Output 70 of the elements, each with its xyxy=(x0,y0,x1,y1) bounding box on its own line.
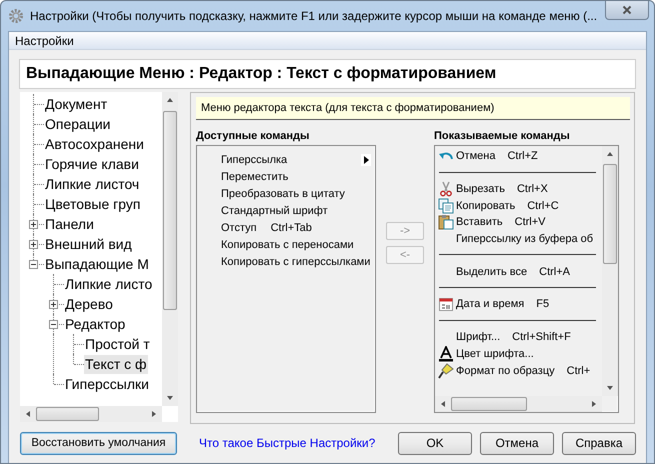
vertical-scrollbar[interactable] xyxy=(602,146,618,396)
calendar-icon xyxy=(438,296,454,312)
tree-item[interactable]: Редактор xyxy=(64,314,126,334)
collapse-icon[interactable] xyxy=(29,260,38,269)
paintbrush-icon xyxy=(438,362,454,379)
shortcut-text: Ctrl+ xyxy=(566,364,590,377)
font-color-icon xyxy=(438,346,454,362)
command-item[interactable]: Отступ xyxy=(221,222,257,234)
command-item[interactable]: Дата и время xyxy=(456,298,524,310)
close-icon xyxy=(622,5,632,15)
command-item[interactable]: Копировать с гиперссылками xyxy=(221,256,370,268)
shortcut-text: Ctrl+Shift+F xyxy=(512,331,571,344)
dialog-button[interactable]: Отмена xyxy=(480,432,554,454)
tree-item[interactable]: Панели xyxy=(44,214,95,234)
command-item[interactable]: Переместить xyxy=(221,170,288,182)
gear-icon xyxy=(8,8,24,24)
page-header: Выпадающие Меню : Редактор : Текст с форматированием xyxy=(19,59,636,89)
command-item[interactable]: Отмена xyxy=(456,150,496,162)
command-item[interactable]: Формат по образцу xyxy=(456,364,555,377)
command-item[interactable]: Выделить все xyxy=(456,266,528,278)
command-item[interactable]: Вырезать xyxy=(456,183,505,196)
description-text: Меню редактора текста (для текста с форматированием) xyxy=(196,97,630,120)
tree-item[interactable]: Гиперссылки xyxy=(64,374,150,394)
tree-item[interactable]: Автосохранени xyxy=(44,134,145,154)
expand-icon[interactable] xyxy=(49,300,58,309)
expand-icon[interactable] xyxy=(29,240,38,249)
tree-item[interactable]: Внешний вид xyxy=(44,234,133,254)
tree-item[interactable]: Дерево xyxy=(64,294,114,314)
command-item[interactable]: Преобразовать в цитату xyxy=(221,188,345,200)
dialog-button[interactable]: OK xyxy=(398,432,472,454)
tree-item[interactable]: Горячие клави xyxy=(44,154,140,174)
shortcut-text: Ctrl+A xyxy=(539,266,570,278)
shortcut-text: Ctrl+Z xyxy=(507,150,538,162)
vertical-scrollbar[interactable] xyxy=(162,92,178,406)
command-item[interactable]: Стандартный шрифт xyxy=(221,204,328,216)
command-item[interactable]: Копировать xyxy=(456,200,516,212)
close-button[interactable] xyxy=(605,1,649,20)
command-item[interactable]: Гиперссылка xyxy=(221,154,288,166)
shortcut-text: Ctrl+Tab xyxy=(270,222,312,234)
tree-item[interactable]: Липкие листоч xyxy=(44,174,140,194)
collapse-icon[interactable] xyxy=(49,320,58,329)
command-item[interactable]: Цвет шрифта... xyxy=(456,348,534,360)
tree-item[interactable]: Цветовые груп xyxy=(44,194,142,214)
tree-item[interactable]: Операции xyxy=(44,114,112,134)
scissors-icon xyxy=(438,181,454,198)
command-item[interactable]: Шрифт... xyxy=(456,331,500,344)
column-heading: Показываемые команды xyxy=(434,130,571,142)
tree-item[interactable]: Простой т xyxy=(84,334,151,354)
command-item[interactable]: Гиперссылку из буфера об xyxy=(456,233,594,246)
shortcut-text: F5 xyxy=(536,298,550,310)
help-link[interactable]: Что такое Быстрые Настройки? xyxy=(199,436,376,450)
expand-icon[interactable] xyxy=(29,220,38,229)
column-heading: Доступные команды xyxy=(196,130,310,142)
horizontal-scrollbar[interactable] xyxy=(20,406,162,422)
window-title: Настройки (Чтобы получить подсказку, нажмите F1 или задержите курсор мыши на команде меню (... xyxy=(30,9,598,23)
tree-item[interactable]: Выпадающие М xyxy=(44,254,150,274)
command-item[interactable]: Вставить xyxy=(456,216,503,228)
tree-item[interactable]: Текст с ф xyxy=(84,354,148,374)
shortcut-text: Ctrl+C xyxy=(527,200,559,212)
dialog-button[interactable]: Справка xyxy=(562,432,636,454)
tree-item[interactable]: Липкие листо xyxy=(64,274,154,294)
restore-defaults-button[interactable]: Восстановить умолчания xyxy=(20,432,177,454)
clipboard-icon xyxy=(438,214,454,230)
copy-icon xyxy=(438,198,454,214)
horizontal-scrollbar[interactable] xyxy=(435,396,602,412)
command-item[interactable]: Копировать с переносами xyxy=(221,238,354,250)
shortcut-text: Ctrl+V xyxy=(514,216,546,228)
menu-item[interactable]: Настройки xyxy=(9,34,80,48)
tree-item[interactable]: Документ xyxy=(44,94,108,114)
shortcut-text: Ctrl+X xyxy=(516,183,548,196)
